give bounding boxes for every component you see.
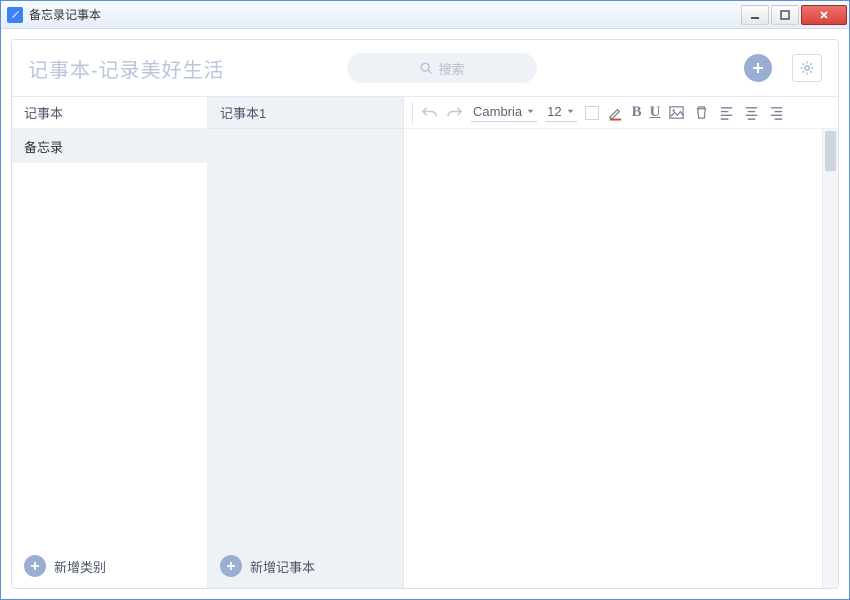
plus-icon [751,61,765,75]
undo-button[interactable] [421,101,438,125]
font-family-select[interactable]: Cambria [471,104,537,122]
align-right-button[interactable] [768,101,785,125]
scrollbar-thumb[interactable] [825,131,836,171]
align-left-button[interactable] [718,101,735,125]
category-column: 记事本 备忘录 新增类别 [12,97,208,588]
toolbar-divider [412,102,413,124]
add-note-button[interactable]: 新增记事本 [208,544,403,588]
window-title: 备忘录记事本 [29,6,741,23]
close-button[interactable] [801,5,847,25]
editor-column: Cambria 12 B [404,97,838,588]
notes-header: 记事本1 [208,97,403,129]
top-bar: 记事本-记录美好生活 搜索 [12,40,838,96]
category-item[interactable]: 备忘录 [12,129,207,163]
content-area: 记事本-记录美好生活 搜索 记事本 [1,29,849,599]
category-item-label: 备忘录 [24,137,63,156]
redo-icon [446,104,463,121]
plus-icon [24,555,46,577]
app-title: 记事本-记录美好生活 [28,54,225,83]
align-right-icon [768,104,785,121]
minimize-button[interactable] [741,5,769,25]
editor-textarea[interactable] [404,129,838,588]
highlight-button[interactable] [607,101,624,125]
align-left-icon [718,104,735,121]
maximize-button[interactable] [771,5,799,25]
insert-image-button[interactable] [668,101,685,125]
app-icon [7,7,23,23]
search-icon [419,61,433,75]
bold-button[interactable]: B [632,101,642,125]
inner-panel: 记事本-记录美好生活 搜索 记事本 [11,39,839,589]
underline-button[interactable]: U [650,101,661,125]
font-size-select[interactable]: 12 [545,104,576,122]
image-icon [668,104,685,121]
font-color-button[interactable] [585,101,599,125]
font-family-value: Cambria [473,104,522,119]
highlight-icon [607,104,624,121]
chevron-down-icon [526,107,535,116]
align-center-icon [743,104,760,121]
add-note-label: 新增记事本 [250,557,315,576]
settings-button[interactable] [792,54,822,82]
add-category-label: 新增类别 [54,557,106,576]
add-category-button[interactable]: 新增类别 [12,544,207,588]
main-area: 记事本 备忘录 新增类别 记事本1 [12,96,838,588]
color-swatch-icon [585,106,599,120]
gear-icon [799,60,815,76]
plus-icon [220,555,242,577]
category-list: 备忘录 [12,129,207,544]
add-button[interactable] [744,54,772,82]
category-header: 记事本 [12,97,207,129]
notes-list [208,129,403,544]
undo-icon [421,104,438,121]
align-center-button[interactable] [743,101,760,125]
redo-button[interactable] [446,101,463,125]
search-input[interactable]: 搜索 [347,53,537,83]
search-placeholder: 搜索 [439,59,465,78]
app-window: 备忘录记事本 记事本-记录美好生活 搜索 [0,0,850,600]
editor-toolbar: Cambria 12 B [404,97,838,129]
notes-column: 记事本1 新增记事本 [208,97,404,588]
window-controls [741,5,847,25]
delete-button[interactable] [693,101,710,125]
titlebar[interactable]: 备忘录记事本 [1,1,849,29]
chevron-down-icon [566,107,575,116]
trash-icon [693,104,710,121]
scrollbar[interactable] [822,129,838,588]
font-size-value: 12 [547,104,561,119]
